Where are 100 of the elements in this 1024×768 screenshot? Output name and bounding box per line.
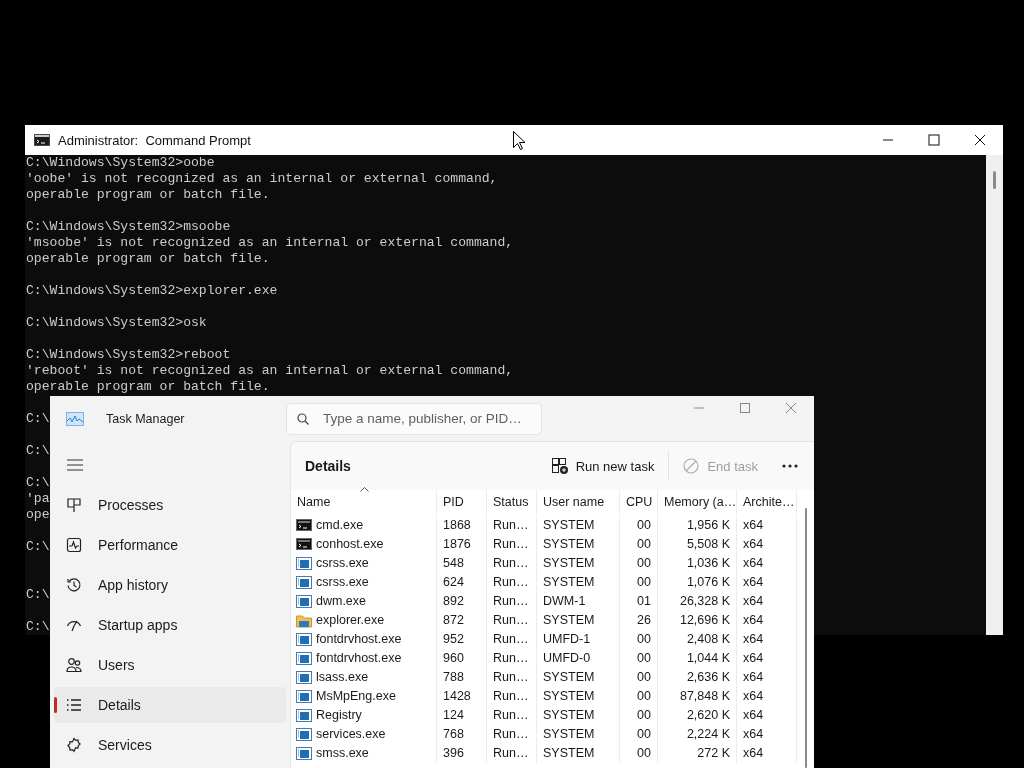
table-cell: DWM-1 [543, 594, 586, 608]
nav-item[interactable]: Details [54, 687, 286, 723]
table-cell: SYSTEM [543, 613, 595, 627]
folder-icon [296, 613, 312, 628]
table-cell-text: conhost.exe [316, 536, 384, 553]
column-header[interactable]: PID [437, 490, 487, 514]
window-icon [296, 689, 312, 704]
maximize-icon [928, 134, 940, 146]
table-cell: 872 [443, 613, 464, 627]
prohibited-icon [683, 458, 700, 474]
table-cell-text: dwm.exe [316, 593, 367, 610]
table-cell: 1428 [443, 689, 471, 703]
column-header[interactable]: Archite… [737, 490, 797, 514]
window-icon [296, 556, 312, 571]
table-cell: 12,696 K [679, 613, 730, 627]
window-icon [296, 727, 312, 742]
table-cell: 272 K [697, 746, 730, 760]
console-line: operable program or batch file. [26, 251, 270, 267]
window-icon [296, 594, 312, 609]
nav-item[interactable]: Startup apps [54, 607, 286, 643]
console-line: C:\Windows\System32>osk [26, 315, 207, 331]
table-cell: x64 [743, 632, 764, 646]
table-cell: x64 [743, 689, 764, 703]
table-cell: 788 [443, 670, 464, 684]
table-cell: 5,508 K [686, 537, 730, 551]
console-line: operable program or batch file. [26, 187, 270, 203]
table-cell: 768 [443, 727, 464, 741]
table-cell: 2,636 K [686, 670, 730, 684]
table-cell: 26 [637, 613, 651, 627]
nav-item[interactable]: App history [54, 567, 286, 603]
nav-item[interactable]: Users [54, 647, 286, 683]
console-line: C:\Windows\System32>msoobe [26, 219, 231, 235]
console-line: C:\Windows\System32>reboot [26, 347, 231, 363]
run-task-button[interactable]: Run new task [545, 454, 661, 478]
table-cell: Run… [493, 708, 529, 722]
scrollbar-thumb[interactable] [993, 171, 996, 189]
console-line: C:\ [26, 411, 50, 427]
maximize-icon [739, 402, 751, 414]
table-cell: 1868 [443, 518, 471, 532]
table-cell-text: MsMpEng.exe [316, 688, 396, 705]
table-cell: 952 [443, 632, 464, 646]
table-cell: 00 [637, 689, 651, 703]
table-cell: 124 [443, 708, 464, 722]
scrollbar-thumb[interactable] [804, 508, 807, 768]
table-cell: 00 [637, 556, 651, 570]
performance-icon [66, 537, 82, 553]
table-cell: 26,328 K [679, 594, 730, 608]
table-cell: x64 [743, 613, 764, 627]
more-icon [782, 464, 798, 468]
table-cell: Run… [493, 727, 529, 741]
table-cell: SYSTEM [543, 746, 595, 760]
table-cell: x64 [743, 651, 764, 665]
table-cell: 2,224 K [686, 727, 730, 741]
console-line: C:\Windows\System32>oobe [26, 155, 215, 171]
column-header[interactable]: Memory (a… [658, 490, 737, 514]
table-cell: Run… [493, 651, 529, 665]
table-cell: Run… [493, 556, 529, 570]
table-cell-text: fontdrvhost.exe [316, 631, 402, 648]
table-cell: 1,076 K [686, 575, 730, 589]
page-title: Details [305, 458, 351, 474]
table-cell-text: cmd.exe [316, 517, 364, 534]
table-cell: 00 [637, 575, 651, 589]
table-cell: Run… [493, 632, 529, 646]
table-cell: Run… [493, 746, 529, 760]
table-cell-text: smss.exe [316, 745, 369, 762]
table-cell: 00 [637, 727, 651, 741]
window-icon [296, 708, 312, 723]
console-line: C:\Windows\System32>explorer.exe [26, 283, 278, 299]
console-line: operable program or batch file. [26, 379, 270, 395]
table-cell: Run… [493, 575, 529, 589]
window-icon [296, 670, 312, 685]
window-icon [296, 651, 312, 666]
table-cell: UMFD-1 [543, 632, 591, 646]
new-task-icon [551, 458, 568, 474]
table-cell: 00 [637, 632, 651, 646]
console-line: 'reboot' is not recognized as an internal or external command, [26, 363, 514, 379]
table-cell: 548 [443, 556, 464, 570]
table-cell: x64 [743, 518, 764, 532]
table-cell: 396 [443, 746, 464, 760]
nav-item[interactable]: Processes [54, 487, 286, 523]
table-cell: Run… [493, 689, 529, 703]
console-line: C:\ [26, 475, 50, 491]
table-cell: x64 [743, 727, 764, 741]
table-cell: SYSTEM [543, 518, 595, 532]
console-line: C:\ [26, 619, 50, 635]
nav-item[interactable]: Services [54, 727, 286, 763]
table-cell-text: fontdrvhost.exe [316, 650, 402, 667]
console-icon [296, 537, 312, 552]
table-cell: x64 [743, 594, 764, 608]
column-header[interactable]: Name [291, 490, 437, 514]
column-header[interactable]: CPU [620, 490, 658, 514]
table-cell: 2,408 K [686, 632, 730, 646]
column-header[interactable]: User name [537, 490, 620, 514]
column-header[interactable]: Status [487, 490, 537, 514]
nav-item[interactable]: Performance [54, 527, 286, 563]
console-line: 'pa [26, 491, 50, 507]
search-field[interactable]: Type a name, publisher, or PID… [286, 402, 542, 435]
console-line: C:\ [26, 443, 50, 459]
console-line: C:\ [26, 587, 50, 603]
menu-button[interactable] [67, 459, 83, 473]
